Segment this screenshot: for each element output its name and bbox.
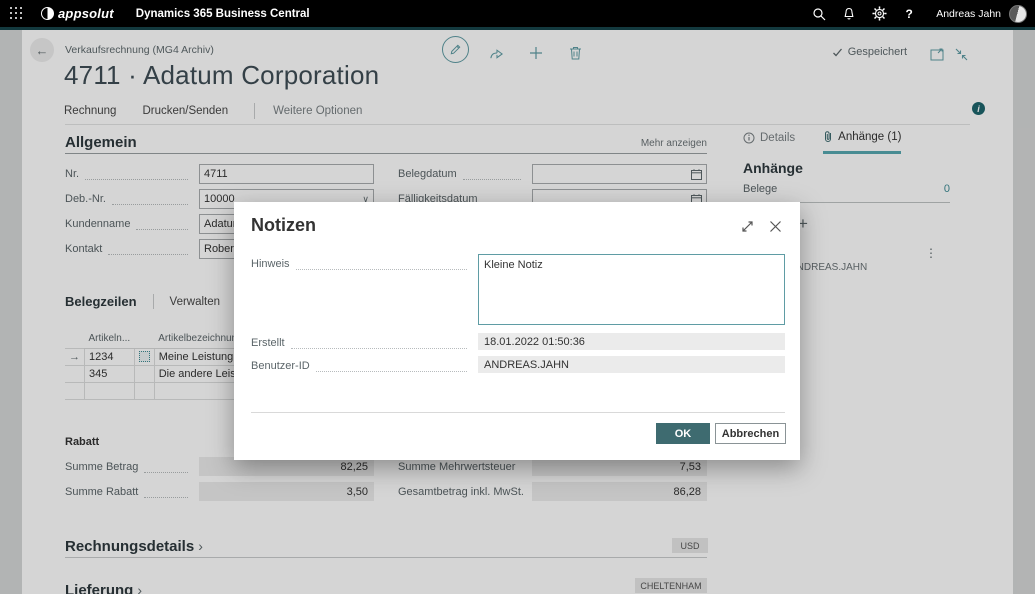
appsolut-logo-mark (41, 7, 54, 20)
benutzer-id-value: ANDREAS.JAHN (478, 356, 785, 373)
top-bar: appsolut Dynamics 365 Business Central ?… (0, 0, 1035, 27)
gear-icon[interactable] (864, 0, 894, 27)
expand-dialog-icon[interactable] (738, 217, 756, 235)
search-icon[interactable] (804, 0, 834, 27)
hinweis-label: Hinweis (251, 258, 290, 270)
erstellt-value: 18.01.2022 01:50:36 (478, 333, 785, 350)
app-launcher-icon[interactable] (10, 7, 23, 20)
ok-button[interactable]: OK (656, 423, 710, 444)
avatar[interactable] (1009, 5, 1027, 23)
product-title[interactable]: Dynamics 365 Business Central (136, 8, 310, 20)
user-name[interactable]: Andreas Jahn (936, 8, 1001, 20)
appsolut-logo-text: appsolut (58, 6, 114, 21)
bell-icon[interactable] (834, 0, 864, 27)
close-icon[interactable] (766, 217, 784, 235)
help-icon[interactable]: ? (894, 0, 924, 27)
appsolut-logo[interactable]: appsolut (41, 6, 114, 21)
dialog-title: Notizen (251, 215, 316, 236)
notizen-dialog: Notizen Hinweis Kleine Notiz Erstellt 18… (234, 202, 800, 460)
cancel-button[interactable]: Abbrechen (715, 423, 786, 444)
field-erstellt: Erstellt 18.01.2022 01:50:36 (251, 333, 785, 353)
field-benutzer-id: Benutzer-ID ANDREAS.JAHN (251, 356, 785, 376)
erstellt-label: Erstellt (251, 337, 285, 349)
benutzer-id-label: Benutzer-ID (251, 360, 310, 372)
hinweis-textarea[interactable]: Kleine Notiz (478, 254, 785, 325)
